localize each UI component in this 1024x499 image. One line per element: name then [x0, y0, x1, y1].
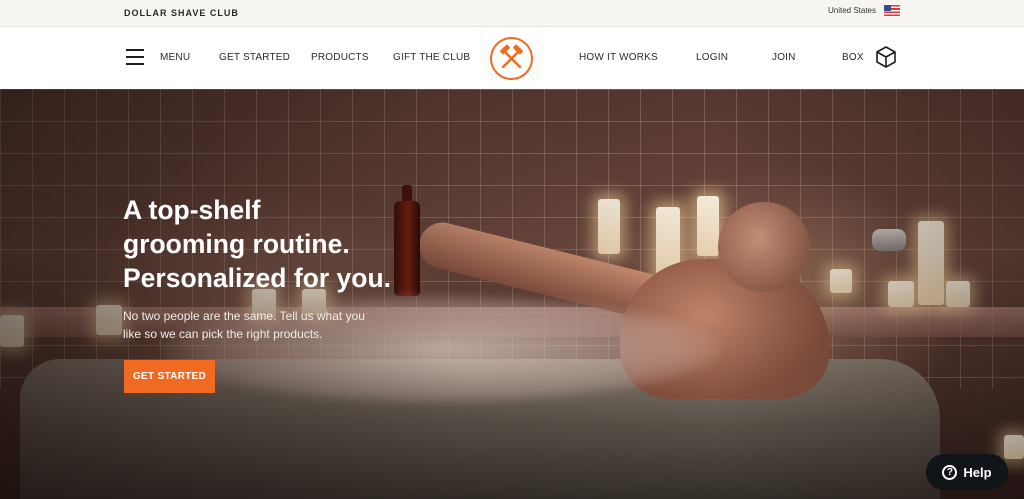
main-nav: MENU GET STARTED PRODUCTS GIFT THE CLUB …	[0, 27, 1024, 89]
nav-products[interactable]: PRODUCTS	[311, 52, 369, 63]
nav-join[interactable]: JOIN	[772, 52, 796, 63]
nav-menu[interactable]: MENU	[160, 52, 190, 63]
hero-banner: A top-shelf grooming routine. Personaliz…	[0, 89, 1024, 499]
hero-headline: A top-shelf grooming routine. Personaliz…	[123, 193, 453, 295]
get-started-button[interactable]: GET STARTED	[124, 360, 215, 393]
nav-login[interactable]: LOGIN	[696, 52, 728, 63]
box-icon[interactable]	[876, 46, 896, 73]
us-flag-icon[interactable]	[884, 5, 900, 16]
region-selector[interactable]: United States	[828, 5, 900, 16]
utility-bar: DOLLAR SHAVE CLUB United States	[0, 0, 1024, 27]
help-label: Help	[963, 464, 992, 480]
crossed-hammers-logo[interactable]	[490, 37, 533, 80]
help-button[interactable]: ? Help	[926, 454, 1008, 490]
hero-headline-line-1: A top-shelf	[123, 195, 261, 225]
hero-subtext: No two people are the same. Tell us what…	[123, 309, 365, 341]
nav-gift-the-club[interactable]: GIFT THE CLUB	[393, 52, 470, 63]
hero-headline-line-3: Personalized for you.	[123, 263, 392, 293]
question-icon: ?	[942, 464, 958, 480]
nav-how-it-works[interactable]: HOW IT WORKS	[579, 52, 658, 63]
nav-box[interactable]: BOX	[842, 52, 864, 63]
hamburger-icon[interactable]	[126, 49, 144, 65]
brand-name[interactable]: DOLLAR SHAVE CLUB	[124, 8, 239, 18]
hero-headline-line-2: grooming routine.	[123, 229, 350, 259]
nav-get-started[interactable]: GET STARTED	[219, 52, 290, 63]
region-label[interactable]: United States	[828, 6, 876, 15]
